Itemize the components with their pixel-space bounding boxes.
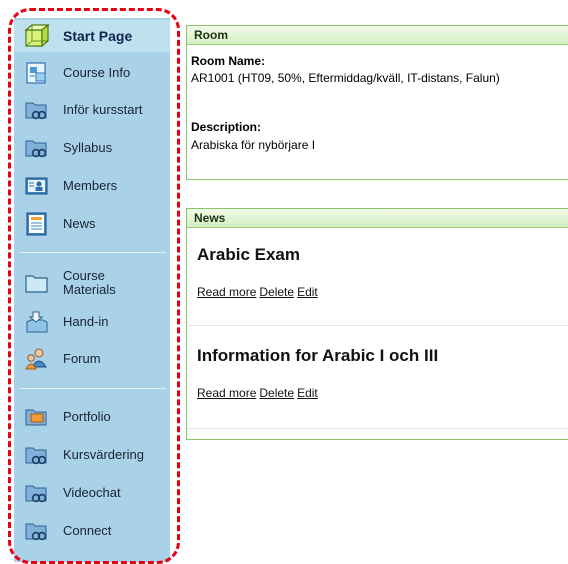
- description-value: Arabiska för nybörjare I: [191, 138, 316, 152]
- news-panel-header: News: [187, 209, 568, 228]
- folder-link-icon: [25, 102, 47, 120]
- sidebar-item-label: Videochat: [63, 485, 121, 500]
- room-name-label: Room Name:: [191, 54, 266, 68]
- folder-link-icon: [25, 447, 47, 465]
- edit-link[interactable]: Edit: [297, 285, 318, 299]
- sidebar-item-label: Start Page: [63, 28, 133, 44]
- sidebar-divider: [20, 388, 166, 389]
- sidebar-item-label: Course Materials: [63, 268, 116, 297]
- sidebar-item-kursvardering[interactable]: Kursvärdering: [14, 439, 170, 471]
- members-card-icon: [25, 177, 48, 195]
- sidebar-item-hand-in[interactable]: Hand-in: [14, 306, 170, 338]
- news-item-title: Information for Arabic I och III: [197, 346, 439, 365]
- sidebar-item-label: Hand-in: [63, 314, 109, 329]
- sidebar-item-label: Portfolio: [63, 409, 111, 424]
- room-panel-header: Room: [187, 26, 568, 45]
- sidebar-item-syllabus[interactable]: Syllabus: [14, 132, 170, 164]
- news-page-icon: [26, 212, 47, 236]
- sidebar: Start Page Course Info Inför kursstart S…: [14, 18, 170, 562]
- news-item-actions: Read more Delete Edit: [197, 386, 321, 400]
- sidebar-item-start-page[interactable]: Start Page: [14, 20, 170, 52]
- folder-link-icon: [25, 140, 47, 158]
- sidebar-item-label: Inför kursstart: [63, 102, 143, 117]
- description-label: Description:: [191, 120, 262, 134]
- sidebar-item-forum[interactable]: Forum: [14, 343, 170, 375]
- start-page-cube-icon: [24, 24, 50, 48]
- edit-link[interactable]: Edit: [297, 386, 318, 400]
- news-item-title: Arabic Exam: [197, 245, 300, 264]
- sidebar-item-videochat[interactable]: Videochat: [14, 477, 170, 509]
- news-divider: [187, 325, 568, 326]
- room-name-value: AR1001 (HT09, 50%, Eftermiddag/kväll, IT…: [191, 71, 500, 85]
- sidebar-item-course-materials[interactable]: Course Materials: [14, 266, 170, 300]
- folder-icon: [25, 275, 48, 293]
- sidebar-divider: [20, 252, 166, 253]
- read-more-link[interactable]: Read more: [197, 285, 256, 299]
- sidebar-item-label: Course Info: [63, 65, 131, 80]
- sidebar-item-label: Syllabus: [63, 140, 113, 155]
- folder-link-icon: [25, 523, 47, 541]
- news-panel: News Arabic Exam Read more Delete Edit Inf…: [186, 208, 568, 440]
- sidebar-item-infor-kursstart[interactable]: Inför kursstart: [14, 94, 170, 126]
- sidebar-item-label: Forum: [63, 351, 101, 366]
- sidebar-item-course-info[interactable]: Course Info: [14, 57, 170, 89]
- forum-people-icon: [25, 348, 47, 370]
- delete-link[interactable]: Delete: [259, 386, 294, 400]
- read-more-link[interactable]: Read more: [197, 386, 256, 400]
- sidebar-item-news[interactable]: News: [14, 208, 170, 240]
- sidebar-item-members[interactable]: Members: [14, 170, 170, 202]
- news-item-actions: Read more Delete Edit: [197, 285, 321, 299]
- sidebar-item-portfolio[interactable]: Portfolio: [14, 401, 170, 433]
- folder-link-icon: [25, 485, 47, 503]
- room-panel: Room Room Name: AR1001 (HT09, 50%, Efter…: [186, 25, 568, 180]
- delete-link[interactable]: Delete: [259, 285, 294, 299]
- sidebar-item-label: Connect: [63, 523, 112, 538]
- sidebar-item-connect[interactable]: Connect: [14, 515, 170, 547]
- sidebar-item-label: Members: [63, 178, 118, 193]
- portfolio-folder-icon: [25, 409, 47, 426]
- course-info-icon: [26, 62, 46, 84]
- hand-in-tray-icon: [26, 311, 48, 333]
- sidebar-item-label: News: [63, 216, 96, 231]
- news-divider: [187, 428, 568, 429]
- sidebar-item-label: Kursvärdering: [63, 447, 144, 462]
